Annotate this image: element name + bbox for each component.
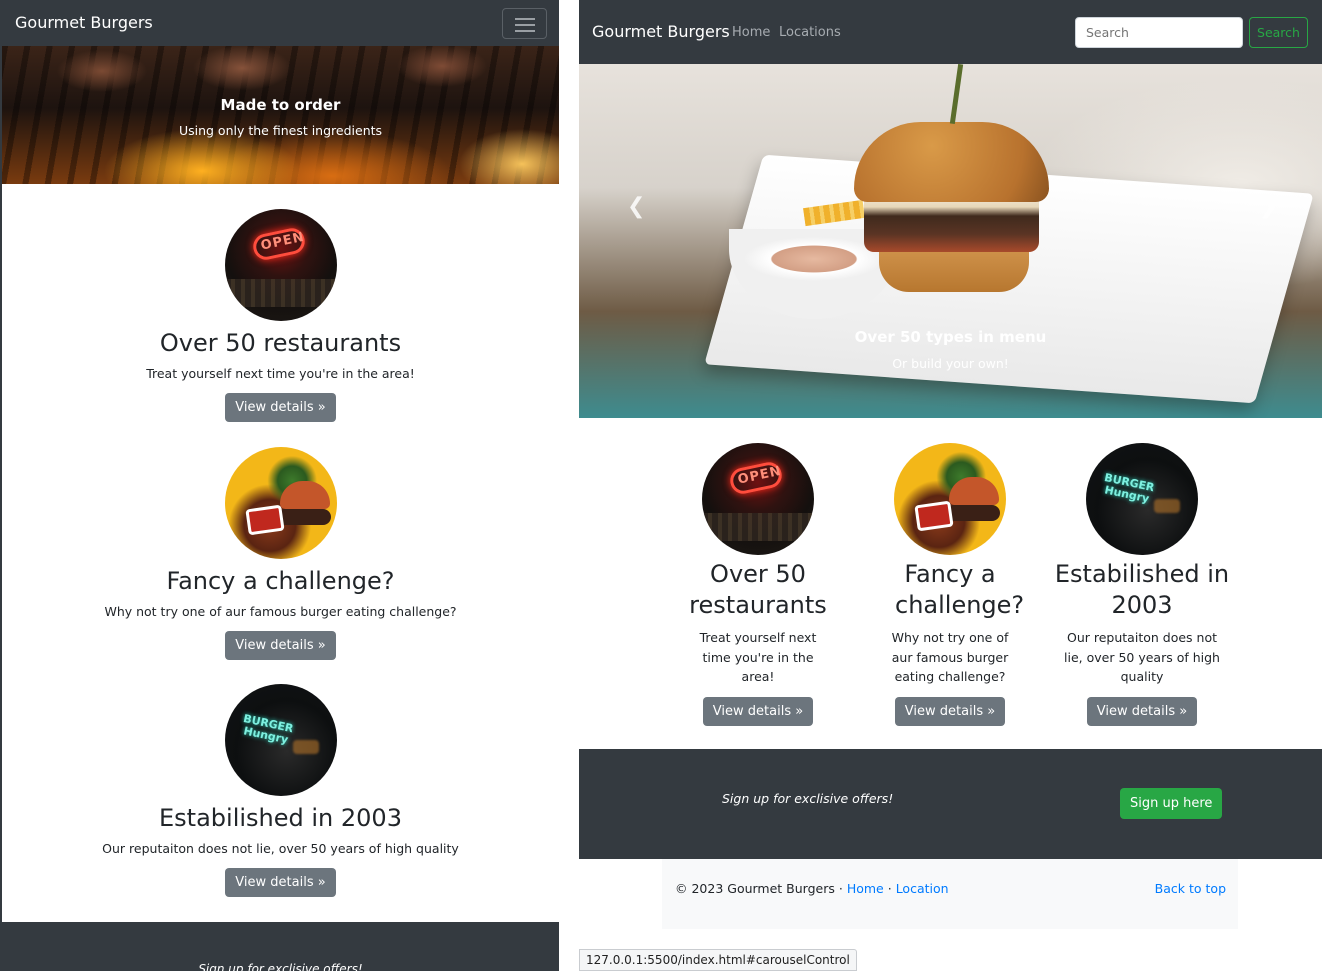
feature-title: Over 50 restaurants	[159, 329, 402, 357]
signup-text: Sign up for exclisive offers!	[198, 962, 363, 971]
feature-text: Treat yourself next time you're in the a…	[699, 630, 817, 684]
burger-neon-sign-image: BURGER Hungry	[224, 684, 337, 796]
burger-skewer	[949, 64, 964, 125]
view-details-button[interactable]: View details »	[225, 868, 336, 897]
feature-restaurants: OPEN Over 50 restaurants Treat yourself …	[663, 443, 853, 726]
desktop-view: Gourmet Burgers Home Locations Search ❮ …	[579, 0, 1322, 971]
desktop-navbar: Gourmet Burgers Home Locations Search	[579, 0, 1322, 64]
navbar-toggler-button[interactable]	[502, 8, 547, 39]
view-details-button[interactable]: View details »	[1086, 696, 1198, 726]
feature-text: Why not try one of aur famous burger eat…	[891, 630, 1009, 684]
hero-carousel: Made to order Using only the finest ingr…	[2, 46, 559, 184]
burger-neon-sign-image: BURGER Hungry	[1086, 443, 1198, 555]
feature-text: Treat yourself next time you're in the a…	[146, 366, 415, 381]
footer-location-link[interactable]: Location	[896, 881, 949, 896]
nav-home-link[interactable]: Home	[732, 25, 770, 40]
carousel-caption-subtitle: Using only the finest ingredients	[178, 123, 383, 138]
carousel-caption-title: Over 50 types in menu	[854, 328, 1047, 346]
feature-established: BURGER Hungry Estabilished in 2003 Our r…	[2, 684, 559, 897]
carousel-caption-title: Made to order	[220, 96, 341, 114]
signup-section: Sign up for exclisive offers!	[2, 922, 559, 971]
chevron-left-icon[interactable]: ❮	[627, 194, 645, 219]
feature-challenge: Fancy a challenge? Why not try one of au…	[855, 443, 1045, 726]
feature-title: Fancy a challenge?	[895, 560, 1025, 619]
site-footer: © 2023 Gourmet Burgers · Home · Location…	[662, 859, 1238, 929]
search-button[interactable]: Search	[1249, 17, 1308, 48]
mobile-navbar: Gourmet Burgers	[2, 0, 559, 46]
back-to-top-link[interactable]: Back to top	[1155, 881, 1226, 896]
feature-text: Why not try one of aur famous burger eat…	[104, 604, 457, 619]
feature-title: Fancy a challenge?	[166, 567, 395, 595]
signup-button[interactable]: Sign up here	[1120, 788, 1223, 819]
nav-locations-link[interactable]: Locations	[779, 25, 841, 40]
feature-text: Our reputaiton does not lie, over 50 yea…	[1064, 630, 1220, 684]
burger-challenge-image	[894, 443, 1006, 555]
footer-left: © 2023 Gourmet Burgers · Home · Location	[675, 881, 949, 896]
chevron-right-icon[interactable]: ❯	[1259, 194, 1277, 219]
mobile-view: Gourmet Burgers Made to order Using only…	[2, 0, 559, 971]
brand-link[interactable]: Gourmet Burgers	[592, 22, 730, 41]
burger-top-bun	[854, 122, 1049, 202]
feature-title: Over 50 restaurants	[689, 560, 827, 619]
hamburger-icon-line	[515, 24, 535, 26]
open-sign-image: OPEN	[702, 443, 814, 555]
view-details-button[interactable]: View details »	[225, 631, 336, 660]
view-details-button[interactable]: View details »	[702, 696, 814, 726]
pane-divider	[559, 0, 579, 971]
search-input[interactable]	[1075, 17, 1243, 48]
burger-challenge-image	[224, 447, 337, 559]
carousel-caption-subtitle: Or build your own!	[892, 356, 1009, 371]
feature-title: Estabilished in 2003	[159, 804, 402, 832]
browser-status-url: 127.0.0.1:5500/index.html#carouselContro…	[579, 949, 857, 971]
footer-separator: ·	[887, 881, 892, 896]
signup-section: Sign up for exclisive offers! Sign up he…	[579, 749, 1322, 859]
open-sign-image: OPEN	[224, 209, 337, 321]
footer-copyright: © 2023 Gourmet Burgers ·	[675, 881, 843, 896]
feature-established: BURGER Hungry Estabilished in 2003 Our r…	[1047, 443, 1237, 726]
hamburger-icon-line	[515, 30, 535, 32]
view-details-button[interactable]: View details »	[894, 696, 1006, 726]
feature-text: Our reputaiton does not lie, over 50 yea…	[102, 841, 459, 856]
hamburger-icon	[515, 18, 535, 20]
hero-carousel: ❮ ❯ Over 50 types in menu Or build your …	[579, 64, 1322, 418]
feature-challenge: Fancy a challenge? Why not try one of au…	[2, 447, 559, 660]
view-details-button[interactable]: View details »	[225, 393, 336, 422]
signup-text: Sign up for exclisive offers!	[722, 791, 894, 806]
feature-restaurants: OPEN Over 50 restaurants Treat yourself …	[2, 209, 559, 422]
brand-link[interactable]: Gourmet Burgers	[15, 13, 153, 32]
footer-home-link[interactable]: Home	[847, 881, 884, 896]
feature-title: Estabilished in 2003	[1054, 560, 1230, 619]
